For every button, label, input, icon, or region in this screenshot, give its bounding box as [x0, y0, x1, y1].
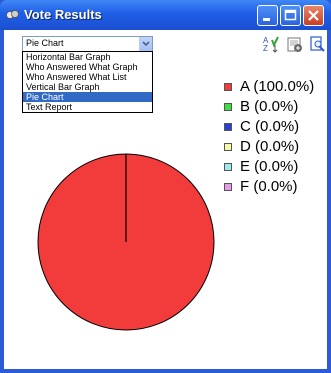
sort-icon[interactable]: A Z — [262, 35, 280, 53]
window-title: Vote Results — [24, 7, 102, 22]
legend-label-b: B (0.0%) — [240, 98, 299, 115]
chevron-down-icon — [142, 41, 150, 47]
legend-swatch-c — [224, 123, 232, 131]
chart-type-value: Pie Chart — [26, 38, 64, 48]
option-horizontal-bar-graph[interactable]: Horizontal Bar Graph — [23, 52, 152, 62]
option-pie-chart[interactable]: Pie Chart — [23, 92, 152, 102]
maximize-icon — [284, 9, 297, 21]
legend-swatch-b — [224, 103, 232, 111]
vote-results-window: Vote Results Pie Chart Horizontal Bar Gr… — [0, 0, 331, 373]
toolbar: Pie Chart Horizontal Bar Graph Who Answe… — [4, 30, 327, 113]
minimize-icon — [263, 18, 270, 21]
option-who-answered-what-graph[interactable]: Who Answered What Graph — [23, 62, 152, 72]
title-bar[interactable]: Vote Results — [0, 0, 331, 30]
legend-swatch-f — [224, 183, 232, 191]
legend-label-f: F (0.0%) — [240, 178, 298, 195]
option-vertical-bar-graph[interactable]: Vertical Bar Graph — [23, 82, 152, 92]
legend-swatch-e — [224, 163, 232, 171]
chart-type-select[interactable]: Pie Chart — [22, 36, 153, 52]
dropdown-arrow-button[interactable] — [139, 37, 152, 51]
option-text-report[interactable]: Text Report — [23, 102, 152, 112]
legend-label-e: E (0.0%) — [240, 158, 299, 175]
close-button[interactable] — [303, 5, 324, 26]
legend-label-d: D (0.0%) — [240, 138, 300, 155]
pie-chart — [37, 153, 215, 331]
legend-swatch-d — [224, 143, 232, 151]
export-icon[interactable] — [286, 35, 304, 53]
legend-label-a: A (100.0%) — [240, 78, 315, 95]
chart-type-dropdown: Horizontal Bar Graph Who Answered What G… — [22, 51, 153, 113]
close-icon — [308, 10, 319, 21]
maximize-button[interactable] — [280, 5, 301, 26]
minimize-button[interactable] — [257, 5, 278, 26]
print-preview-icon[interactable] — [309, 35, 327, 53]
legend-swatch-a — [224, 83, 232, 91]
client-area: Pie Chart Horizontal Bar Graph Who Answe… — [4, 30, 327, 369]
option-who-answered-what-list[interactable]: Who Answered What List — [23, 72, 152, 82]
svg-text:Z: Z — [263, 44, 268, 53]
app-icon — [6, 10, 19, 19]
legend-label-c: C (0.0%) — [240, 118, 300, 135]
